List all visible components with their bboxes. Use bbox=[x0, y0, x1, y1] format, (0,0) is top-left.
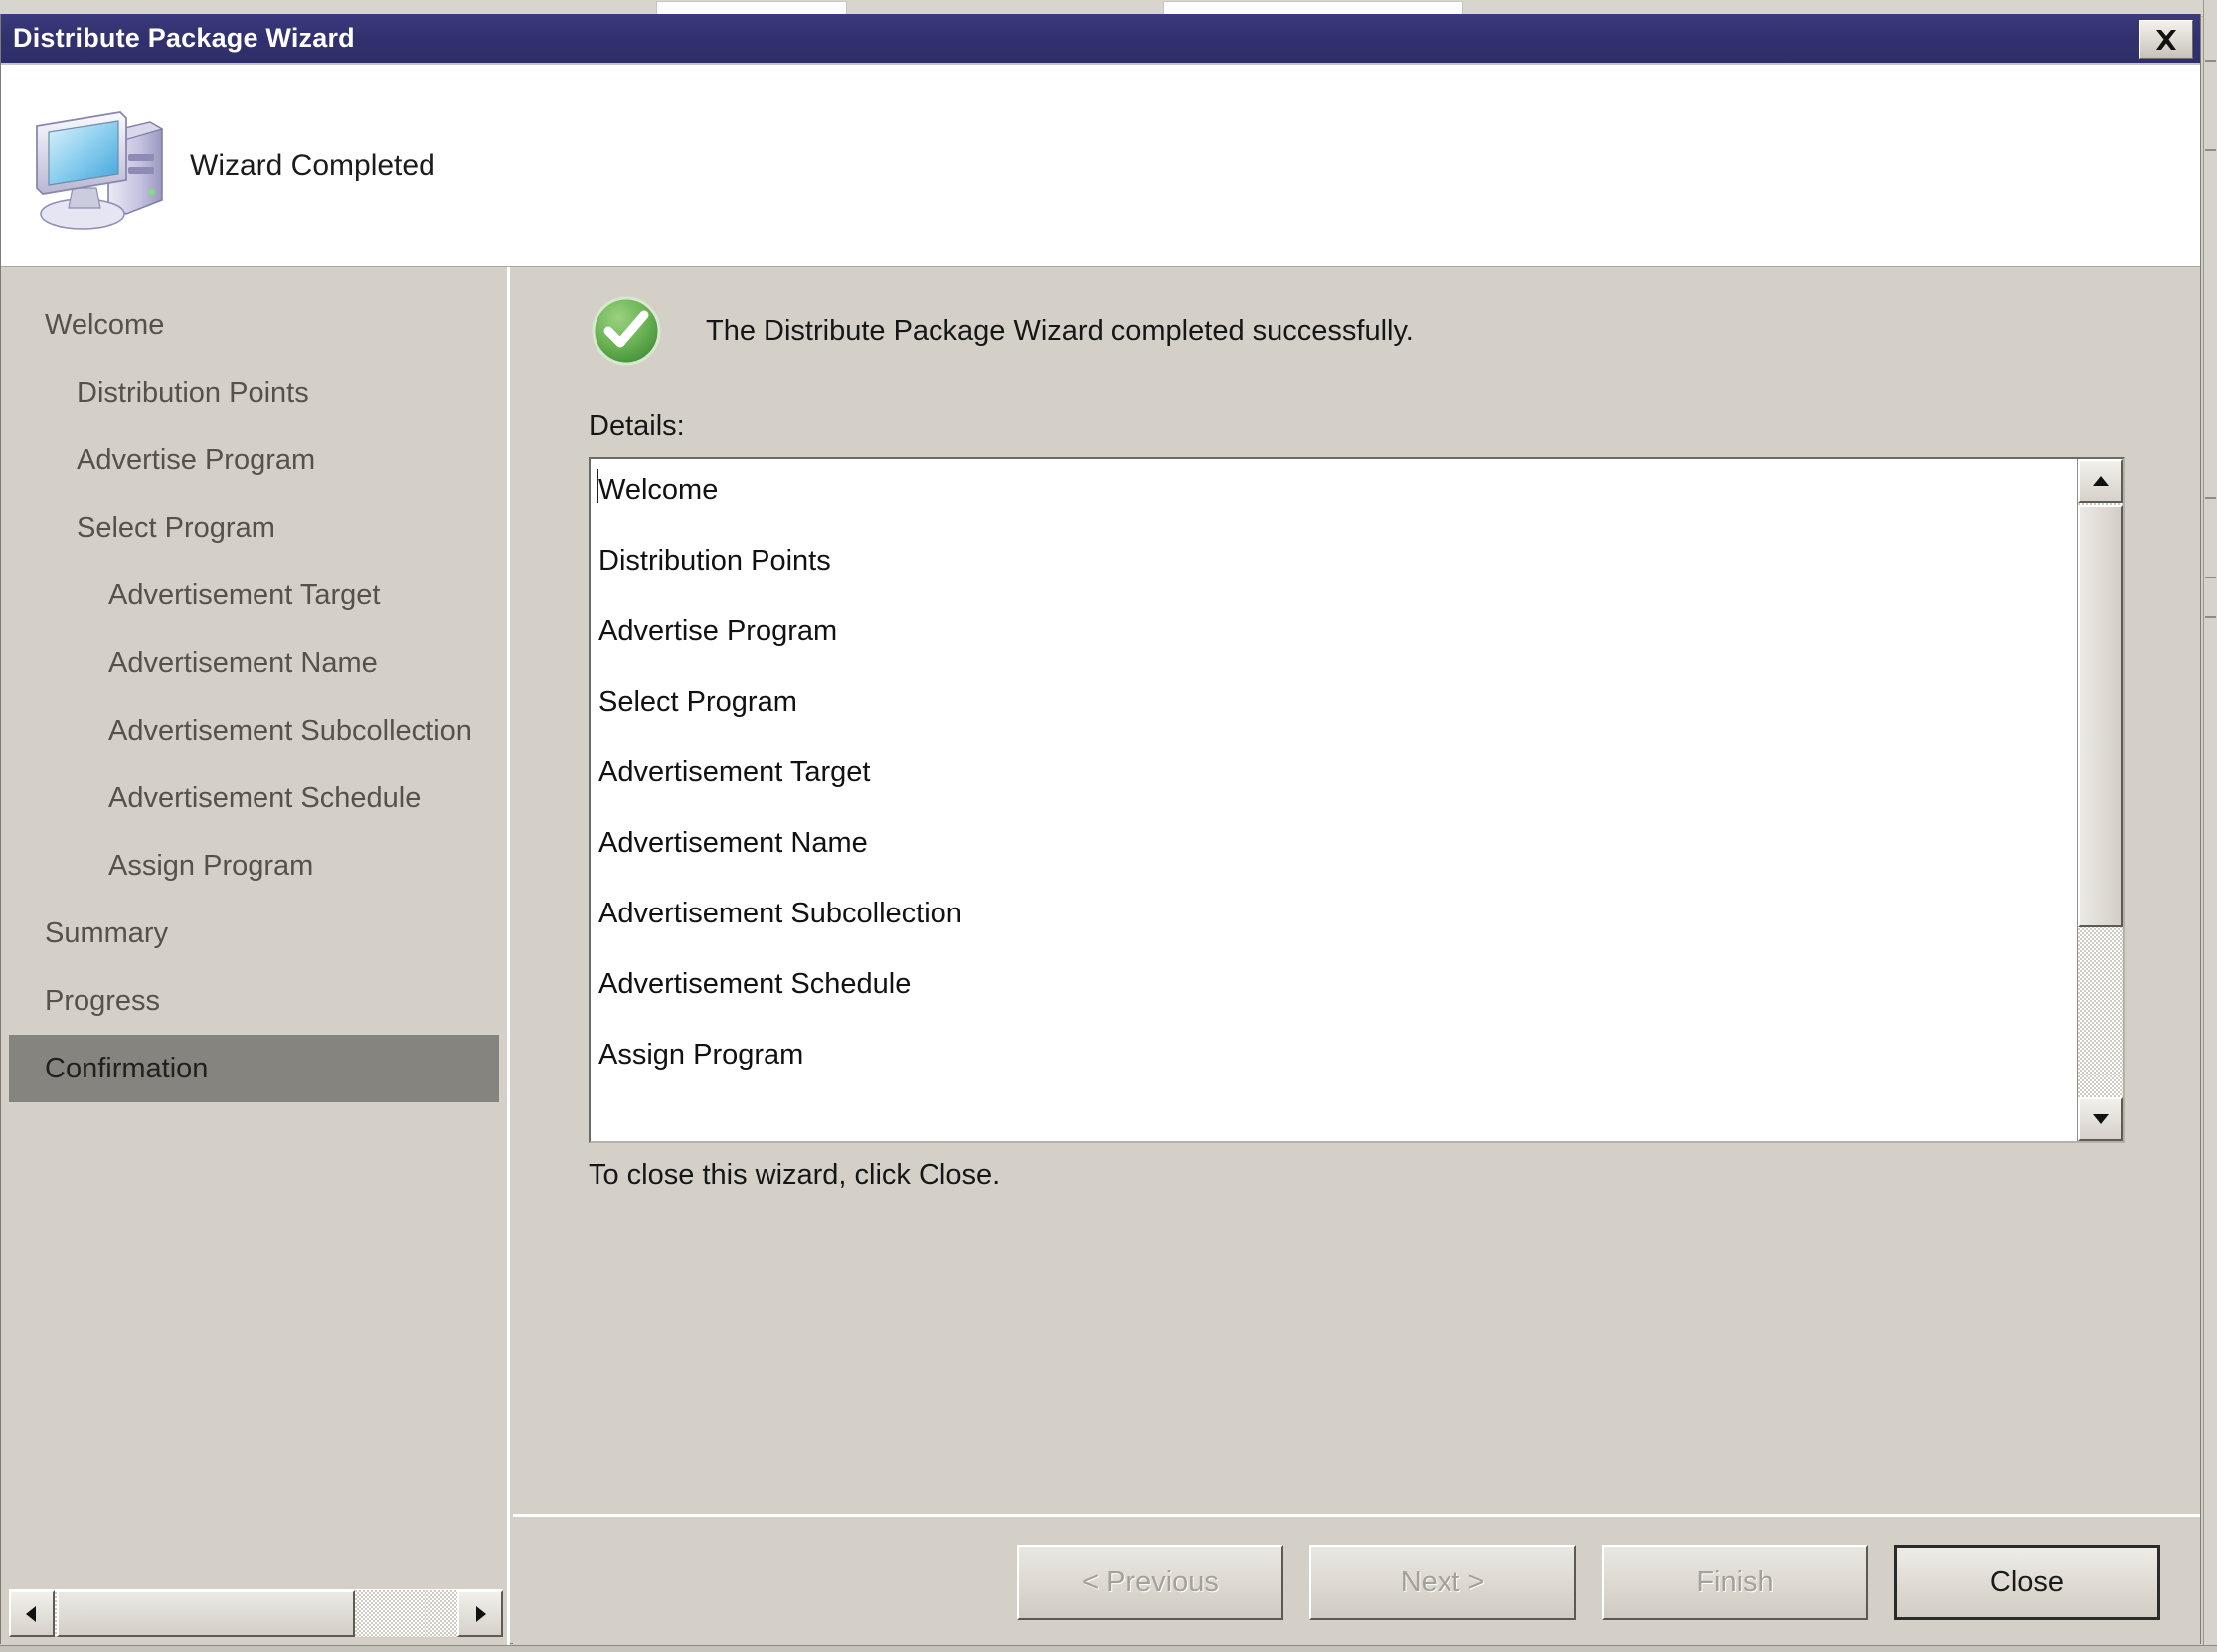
sidebar-horizontal-scrollbar[interactable] bbox=[9, 1589, 503, 1637]
details-list-item[interactable]: Advertisement Schedule bbox=[597, 965, 2077, 1036]
background-bottom-rail bbox=[0, 1645, 2217, 1652]
sidebar-item-advertisement-schedule[interactable]: Advertisement Schedule bbox=[9, 764, 499, 832]
details-list-item[interactable]: Advertisement Target bbox=[597, 753, 2077, 824]
details-label: Details: bbox=[589, 411, 685, 442]
sidebar-item-advertisement-name[interactable]: Advertisement Name bbox=[9, 629, 499, 697]
sidebar-item-advertisement-subcollection[interactable]: Advertisement Subcollection bbox=[9, 697, 499, 764]
sidebar-item-advertisement-target[interactable]: Advertisement Target bbox=[9, 562, 499, 629]
sidebar-item-select-program[interactable]: Select Program bbox=[9, 494, 499, 562]
wizard-banner: Wizard Completed bbox=[1, 65, 2200, 267]
details-list-item[interactable]: Advertise Program bbox=[597, 612, 2077, 683]
sidebar-item-welcome[interactable]: Welcome bbox=[9, 291, 499, 359]
background-tick bbox=[2205, 60, 2216, 62]
dialog-body: Welcome Distribution Points Advertise Prog… bbox=[1, 267, 2200, 1645]
background-tick bbox=[2205, 149, 2216, 151]
sidebar-item-progress[interactable]: Progress bbox=[9, 967, 499, 1035]
sidebar-item-confirmation[interactable]: Confirmation bbox=[9, 1035, 499, 1102]
close-icon[interactable] bbox=[2139, 20, 2193, 59]
background-tick bbox=[2205, 577, 2216, 578]
details-list-item[interactable]: Advertisement Name bbox=[597, 824, 2077, 895]
details-list-item[interactable]: Advertisement Subcollection bbox=[597, 895, 2077, 965]
details-list[interactable]: Welcome Distribution Points Advertise Prog… bbox=[591, 459, 2077, 1141]
background-right-rail bbox=[2203, 0, 2217, 1652]
scroll-left-icon[interactable] bbox=[9, 1590, 55, 1637]
distribute-package-wizard-dialog: Distribute Package Wizard Wizard Complet… bbox=[0, 14, 2201, 1645]
window-title: Distribute Package Wizard bbox=[13, 23, 355, 53]
background-tick bbox=[2205, 497, 2216, 499]
computer-icon bbox=[23, 96, 172, 236]
details-list-item[interactable]: Distribution Points bbox=[597, 542, 2077, 612]
scroll-down-icon[interactable] bbox=[2078, 1097, 2123, 1141]
vscroll-thumb[interactable] bbox=[2078, 505, 2123, 927]
hscroll-track[interactable] bbox=[55, 1590, 457, 1637]
vscroll-track[interactable] bbox=[2078, 503, 2123, 1097]
details-vertical-scrollbar[interactable] bbox=[2077, 459, 2123, 1141]
button-row: < Previous Next > Finish Close bbox=[1017, 1545, 2160, 1620]
details-list-item[interactable]: Welcome bbox=[597, 471, 2077, 542]
previous-button: < Previous bbox=[1017, 1545, 1283, 1620]
page-title: Wizard Completed bbox=[190, 148, 435, 182]
next-button: Next > bbox=[1309, 1545, 1576, 1620]
sidebar-item-advertise-program[interactable]: Advertise Program bbox=[9, 426, 499, 494]
wizard-step-list: Welcome Distribution Points Advertise Prog… bbox=[1, 267, 507, 1102]
screen: Distribute Package Wizard Wizard Complet… bbox=[0, 0, 2217, 1652]
success-check-icon bbox=[589, 293, 664, 369]
content-pane: The Distribute Package Wizard completed … bbox=[513, 267, 2200, 1645]
wizard-step-sidebar: Welcome Distribution Points Advertise Prog… bbox=[1, 267, 510, 1645]
scroll-right-icon[interactable] bbox=[457, 1590, 503, 1637]
status-row: The Distribute Package Wizard completed … bbox=[513, 267, 2200, 369]
background-tick bbox=[2205, 616, 2216, 618]
dialog-footer: < Previous Next > Finish Close bbox=[513, 1514, 2200, 1645]
details-list-item[interactable]: Select Program bbox=[597, 683, 2077, 753]
status-message: The Distribute Package Wizard completed … bbox=[706, 314, 1414, 347]
text-caret bbox=[597, 469, 598, 503]
details-list-item[interactable]: Assign Program bbox=[597, 1036, 2077, 1106]
finish-button: Finish bbox=[1602, 1545, 1868, 1620]
hscroll-thumb[interactable] bbox=[57, 1590, 355, 1637]
sidebar-item-summary[interactable]: Summary bbox=[9, 900, 499, 967]
close-button[interactable]: Close bbox=[1894, 1545, 2160, 1620]
close-hint-text: To close this wizard, click Close. bbox=[589, 1159, 1001, 1191]
details-listbox[interactable]: Welcome Distribution Points Advertise Prog… bbox=[589, 457, 2125, 1143]
scroll-up-icon[interactable] bbox=[2078, 459, 2123, 503]
sidebar-item-distribution-points[interactable]: Distribution Points bbox=[9, 359, 499, 426]
sidebar-item-assign-program[interactable]: Assign Program bbox=[9, 832, 499, 900]
title-bar: Distribute Package Wizard bbox=[1, 14, 2200, 65]
